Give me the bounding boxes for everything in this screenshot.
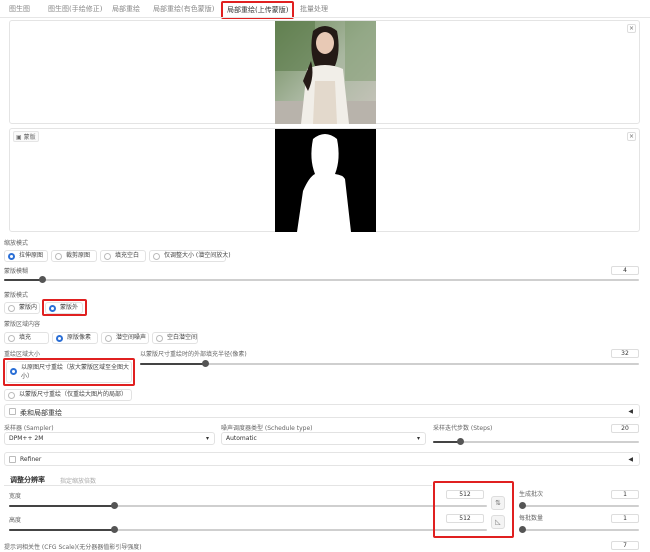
padding-slider[interactable] <box>140 360 639 367</box>
radio-content-fill[interactable]: 填充 <box>4 332 49 344</box>
refiner-checkbox[interactable] <box>9 456 16 463</box>
batch-count-value[interactable]: 1 <box>611 490 639 499</box>
cfg-label: 提示词相关性 (CFG Scale)(无分器器值影引导强度) <box>4 544 142 551</box>
cfg-value[interactable]: 7 <box>611 541 639 550</box>
schedule-select[interactable]: Automatic ▾ <box>221 432 426 445</box>
radio-resize-crop[interactable]: 裁剪原图 <box>51 250 97 262</box>
tab-inpaint-sketch[interactable]: 局部重绘(有色蒙版) <box>153 4 214 14</box>
inpaint-area-label: 重绘区域大小 <box>4 351 41 358</box>
width-value[interactable]: 512 <box>446 490 484 499</box>
collapse-icon[interactable]: ◀ <box>628 456 633 463</box>
batch-size-slider[interactable] <box>519 526 639 533</box>
padding-label: 以蒙版尺寸重绘时的外部填充半径(像素) <box>140 351 247 358</box>
radio-area-only-masked[interactable]: 以蒙版尺寸重绘（仅重绘大图片的局部） <box>4 389 132 401</box>
soft-inpaint-label: 柔和局部重绘 <box>20 409 62 417</box>
steps-label: 采样迭代步数 (Steps) <box>433 425 493 432</box>
mask-blur-label: 蒙版模糊 <box>4 268 29 275</box>
radio-mask-outside[interactable]: 蒙版外 <box>45 302 83 314</box>
close-icon[interactable]: × <box>627 132 636 141</box>
radio-resize-fill[interactable]: 填充空白 <box>100 250 146 262</box>
radio-content-noise[interactable]: 潜空间噪声 <box>101 332 149 344</box>
mask-image <box>275 129 376 232</box>
tab-resize-by[interactable]: 指定缩放倍数 <box>60 476 96 485</box>
size-tab-divider <box>4 485 432 486</box>
resize-mode-label: 缩放模式 <box>4 240 29 247</box>
steps-value[interactable]: 20 <box>611 424 639 433</box>
tab-batch[interactable]: 批量处理 <box>300 4 328 14</box>
chevron-down-icon: ▾ <box>205 435 209 442</box>
masked-content-label: 蒙版区域内容 <box>4 321 41 328</box>
radio-content-nothing[interactable]: 空白潜空间 <box>152 332 198 344</box>
batch-count-label: 生成批次 <box>519 491 544 498</box>
batch-count-slider[interactable] <box>519 502 639 509</box>
source-image <box>275 21 376 124</box>
height-value[interactable]: 512 <box>446 514 484 523</box>
radio-area-whole[interactable]: 以原图尺寸重绘（放大蒙版区域至全图大小） <box>6 361 132 383</box>
padding-value[interactable]: 32 <box>611 349 639 358</box>
close-icon[interactable]: × <box>627 24 636 33</box>
radio-mask-inside[interactable]: 蒙版内 <box>4 302 40 314</box>
mask-blur-slider[interactable] <box>4 276 639 283</box>
soft-inpaint-accordion[interactable]: 柔和局部重绘 ◀ <box>4 404 640 418</box>
tab-inpaint[interactable]: 局部重绘 <box>112 4 140 14</box>
refiner-label: Refiner <box>20 456 42 463</box>
schedule-label: 噪声调度器类型 (Schedule type) <box>221 425 313 432</box>
batch-size-label: 每批数量 <box>519 515 544 522</box>
sampler-label: 采样器 (Sampler) <box>4 425 54 432</box>
height-label: 高度 <box>9 517 22 524</box>
image-upload-panel[interactable]: × <box>9 20 640 124</box>
mask-label: ▣ 蒙版 <box>13 131 39 142</box>
chevron-down-icon: ▾ <box>416 435 420 442</box>
image-icon: ▣ <box>16 134 22 141</box>
tab-divider <box>0 17 650 18</box>
radio-resize-stretch[interactable]: 拉伸原图 <box>4 250 48 262</box>
batch-size-value[interactable]: 1 <box>611 514 639 523</box>
mask-blur-value[interactable]: 4 <box>611 266 639 275</box>
width-label: 宽度 <box>9 493 22 500</box>
mask-upload-panel[interactable]: ▣ 蒙版 × <box>9 128 640 232</box>
aspect-ratio-icon[interactable]: ◺ <box>491 515 505 529</box>
collapse-icon[interactable]: ◀ <box>628 408 633 415</box>
sampler-select[interactable]: DPM++ 2M ▾ <box>4 432 215 445</box>
tab-resize-to[interactable]: 调整分辨率 <box>10 475 45 485</box>
radio-resize-latent[interactable]: 仅调整大小 (潜空间放大) <box>149 250 231 262</box>
refiner-accordion[interactable]: Refiner ◀ <box>4 452 640 466</box>
radio-content-original[interactable]: 原版像素 <box>52 332 98 344</box>
steps-slider[interactable] <box>433 438 639 445</box>
swap-dimensions-icon[interactable]: ⇅ <box>491 496 505 510</box>
soft-inpaint-checkbox[interactable] <box>9 408 16 415</box>
tab-sketch[interactable]: 图生图(手绘修正) <box>48 4 102 14</box>
width-slider[interactable] <box>9 502 487 509</box>
tab-img2img[interactable]: 图生图 <box>9 4 30 14</box>
height-slider[interactable] <box>9 526 487 533</box>
mask-mode-label: 蒙版模式 <box>4 292 29 299</box>
